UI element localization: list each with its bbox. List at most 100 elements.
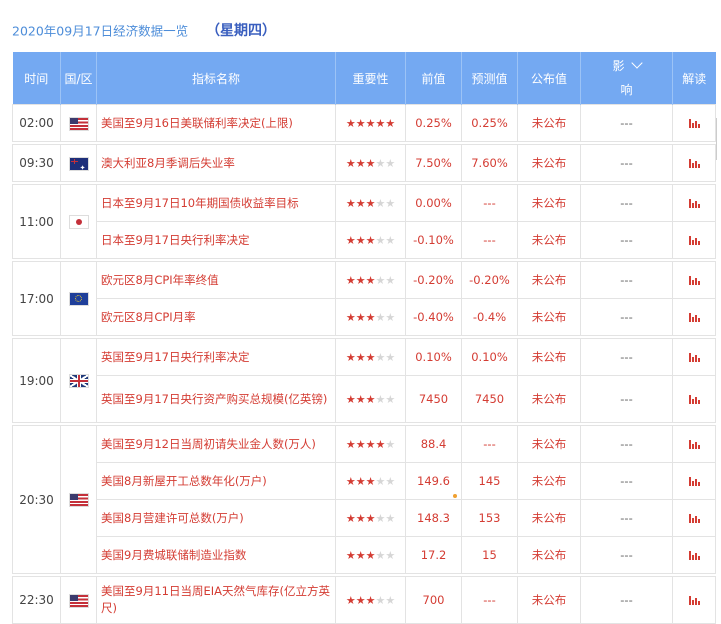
chevron-down-icon[interactable]	[630, 57, 643, 69]
bar-chart-icon[interactable]	[688, 236, 700, 245]
analysis-cell[interactable]	[672, 375, 716, 423]
column-header-forecast[interactable]: 预测值	[461, 52, 518, 105]
impact-value: ---	[580, 221, 673, 259]
bar-chart-icon[interactable]	[688, 395, 700, 404]
indicator-name[interactable]: 美国8月新屋开工总数年化(万户)	[96, 462, 336, 500]
column-header-importance[interactable]: 重要性	[335, 52, 406, 105]
bar-chart-icon[interactable]	[688, 596, 700, 605]
bar-chart-icon[interactable]	[688, 313, 700, 322]
analysis-cell[interactable]	[672, 462, 716, 500]
analysis-cell[interactable]	[672, 144, 716, 182]
economic-calendar-table: 时间 国/区 指标名称 重要性 前值 预测值 公布值 影 响 解读 02:00 美…	[12, 52, 716, 624]
indicator-name[interactable]: 欧元区8月CPI月率	[96, 298, 336, 336]
indicator-name[interactable]: 澳大利亚8月季调后失业率	[96, 144, 336, 182]
page-title-row: 2020年09月17日经济数据一览 （星期四）	[12, 20, 276, 44]
star-icon: ★	[355, 117, 366, 130]
star-icon: ★	[385, 157, 396, 170]
region-cell	[60, 261, 97, 336]
forecast-value: 153	[461, 499, 518, 537]
analysis-cell[interactable]	[672, 576, 716, 624]
bar-chart-icon[interactable]	[688, 276, 700, 285]
table-row: 17:00 欧元区8月CPI年率终值 ★★★★★ -0.20% -0.20% 未公布 ---	[12, 261, 716, 336]
flag-us-icon	[69, 494, 88, 506]
star-icon: ★	[365, 311, 376, 324]
analysis-cell[interactable]	[672, 104, 716, 142]
forecast-value: ---	[461, 184, 518, 222]
star-icon: ★	[375, 197, 386, 210]
indicator-name[interactable]: 美国8月营建许可总数(万户)	[96, 499, 336, 537]
star-icon: ★	[385, 351, 396, 364]
analysis-cell[interactable]	[672, 261, 716, 299]
column-header-indicator[interactable]: 指标名称	[96, 52, 336, 105]
bar-chart-icon[interactable]	[688, 199, 700, 208]
star-icon: ★	[375, 475, 386, 488]
star-icon: ★	[345, 157, 356, 170]
bar-chart-icon[interactable]	[688, 514, 700, 523]
column-header-impact[interactable]: 影 响	[580, 52, 673, 105]
analysis-cell[interactable]	[672, 536, 716, 574]
impact-value: ---	[580, 184, 673, 222]
table-row: 02:00 美国至9月16日美联储利率决定(上限) ★★★★★ 0.25% 0.25% 未…	[12, 104, 716, 142]
analysis-cell[interactable]	[672, 184, 716, 222]
bar-chart-icon[interactable]	[688, 477, 700, 486]
star-icon: ★	[365, 197, 376, 210]
announced-value: 未公布	[517, 499, 581, 537]
column-header-analysis[interactable]: 解读	[672, 52, 716, 105]
table-row: 11:00 日本至9月17日10年期国债收益率目标 ★★★★★ 0.00% --- 未公布…	[12, 184, 716, 259]
star-icon: ★	[375, 311, 386, 324]
star-icon: ★	[375, 512, 386, 525]
impact-value: ---	[580, 144, 673, 182]
star-icon: ★	[385, 234, 396, 247]
flag-jp-icon	[69, 216, 88, 228]
indicator-name[interactable]: 欧元区8月CPI年率终值	[96, 261, 336, 299]
indicator-name[interactable]: 英国至9月17日央行资产购买总规模(亿英镑)	[96, 375, 336, 423]
forecast-value: ---	[461, 221, 518, 259]
table-row: 日本至9月17日央行利率决定 ★★★★★ -0.10% --- 未公布 ---	[13, 221, 716, 259]
star-icon: ★	[385, 438, 396, 451]
indicator-name[interactable]: 美国9月费城联储制造业指数	[96, 536, 336, 574]
impact-value: ---	[580, 375, 673, 423]
scrollbar[interactable]	[716, 118, 721, 160]
previous-value: 7.50%	[405, 144, 462, 182]
table-row: 09:30澳大利亚8月季调后失业率★★★★★7.50%7.60%未公布---	[12, 144, 716, 182]
analysis-cell[interactable]	[672, 298, 716, 336]
analysis-cell[interactable]	[672, 338, 716, 376]
column-header-region[interactable]: 国/区	[60, 52, 97, 105]
star-icon: ★	[385, 594, 396, 607]
region-cell	[60, 338, 97, 423]
analysis-cell[interactable]	[672, 425, 716, 463]
indicator-name[interactable]: 美国至9月12日当周初请失业金人数(万人)	[96, 425, 336, 463]
impact-value: ---	[580, 104, 673, 142]
forecast-value: -0.20%	[461, 261, 518, 299]
importance-stars: ★★★★★	[335, 144, 406, 182]
indicator-name[interactable]: 英国至9月17日央行利率决定	[96, 338, 336, 376]
indicator-name[interactable]: 日本至9月17日央行利率决定	[96, 221, 336, 259]
column-header-previous[interactable]: 前值	[405, 52, 462, 105]
indicator-name[interactable]: 美国至9月16日美联储利率决定(上限)	[96, 104, 336, 142]
importance-stars: ★★★★★	[335, 338, 406, 376]
bar-chart-icon[interactable]	[688, 159, 700, 168]
bar-chart-icon[interactable]	[688, 551, 700, 560]
column-header-time[interactable]: 时间	[12, 52, 61, 105]
analysis-cell[interactable]	[672, 221, 716, 259]
analysis-cell[interactable]	[672, 499, 716, 537]
importance-stars: ★★★★★	[335, 104, 406, 142]
column-header-announced[interactable]: 公布值	[517, 52, 581, 105]
star-icon: ★	[365, 234, 376, 247]
table-row: 19:00 英国至9月17日央行利率决定 ★★★★★ 0.10% 0.10% 未公布 ---	[12, 338, 716, 423]
table-row: 美国9月费城联储制造业指数 ★★★★★ 17.2 15 未公布 ---	[13, 536, 716, 574]
indicator-name[interactable]: 美国至9月11日当周EIA天然气库存(亿立方英尺)	[96, 576, 336, 624]
previous-value: 88.4	[405, 425, 462, 463]
star-icon: ★	[345, 475, 356, 488]
indicator-name[interactable]: 日本至9月17日10年期国债收益率目标	[96, 184, 336, 222]
bar-chart-icon[interactable]	[688, 353, 700, 362]
region-cell	[60, 576, 97, 624]
bar-chart-icon[interactable]	[688, 440, 700, 449]
star-icon: ★	[385, 512, 396, 525]
time-cell: 11:00	[12, 184, 61, 259]
star-icon: ★	[375, 549, 386, 562]
bar-chart-icon[interactable]	[688, 119, 700, 128]
importance-stars: ★★★★★	[335, 184, 406, 222]
impact-value: ---	[580, 536, 673, 574]
star-icon: ★	[345, 234, 356, 247]
